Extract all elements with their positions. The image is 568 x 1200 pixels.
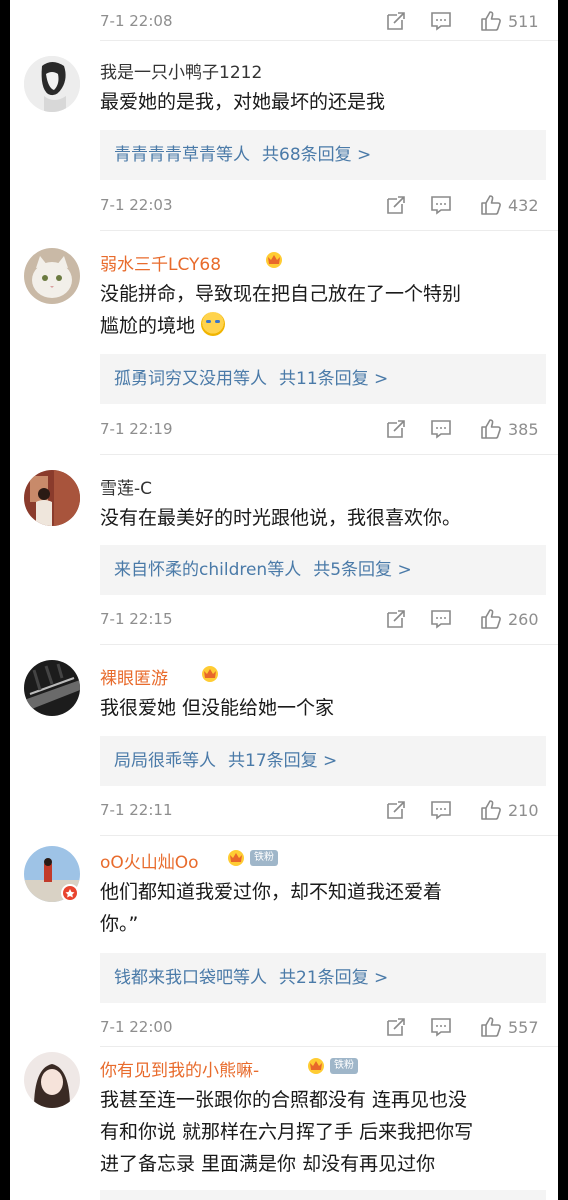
comment-text-line: 我甚至连一张跟你的合照都没有 连再见也没 — [100, 1089, 468, 1111]
comment-text: 我甚至连一张跟你的合照都没有 连再见也没 有和你说 就那样在六月挥了手 后来我把… — [100, 1084, 540, 1180]
meta-row: 7-1 22:19 385 — [10, 410, 558, 450]
replies-summary[interactable]: 局局很乖等人 共17条回复 > — [100, 736, 546, 786]
avatar[interactable] — [24, 660, 80, 716]
replies-summary[interactable] — [100, 1190, 546, 1200]
comment-time: 7-1 22:00 — [100, 1018, 173, 1036]
crown-badge-icon — [306, 1056, 326, 1074]
comment-icon[interactable] — [430, 799, 452, 821]
comment-text-line: 没能拼命，导致现在把自己放在了一个特别 — [100, 283, 462, 305]
crown-badge-icon — [264, 250, 284, 268]
crown-badge-icon — [226, 848, 246, 866]
comment-time: 7-1 22:03 — [100, 196, 173, 214]
replies-names: 孤勇词穷又没用等人 — [114, 369, 267, 389]
avatar[interactable] — [24, 1052, 80, 1108]
like-icon[interactable] — [480, 1016, 502, 1038]
replies-names: 局局很乖等人 — [114, 751, 216, 771]
username[interactable]: 我是一只小鸭子1212 — [100, 58, 262, 83]
comment-text: 没有在最美好的时光跟他说，我很喜欢你。 — [100, 502, 540, 534]
comment-icon[interactable] — [430, 608, 452, 630]
like-count: 210 — [508, 801, 539, 820]
like-icon[interactable] — [480, 418, 502, 440]
repost-icon[interactable] — [385, 608, 407, 630]
comment-text: 我很爱她 但没能给她一个家 — [100, 692, 540, 724]
like-count: 432 — [508, 196, 539, 215]
comment-time: 7-1 22:15 — [100, 610, 173, 628]
like-icon[interactable] — [480, 799, 502, 821]
meta-row: 7-1 22:00 557 — [10, 1008, 558, 1048]
comment-icon[interactable] — [430, 194, 452, 216]
replies-count: 共68条回复 > — [262, 145, 372, 165]
comment-text-line: 没有在最美好的时光跟他说，我很喜欢你。 — [100, 507, 462, 529]
like-count: 260 — [508, 610, 539, 629]
comment-text-line: 你。” — [100, 913, 139, 935]
replies-summary[interactable]: 钱都来我口袋吧等人 共21条回复 > — [100, 953, 546, 1003]
replies-summary[interactable]: 青青青青草青等人 共68条回复 > — [100, 130, 546, 180]
divider — [100, 835, 558, 836]
username[interactable]: 雪莲-C — [100, 474, 152, 499]
crown-badge-icon — [200, 664, 220, 682]
divider — [100, 644, 558, 645]
emoji-icon — [201, 312, 226, 336]
like-icon[interactable] — [480, 608, 502, 630]
comment-icon[interactable] — [430, 418, 452, 440]
meta-row: 7-1 22:11 210 — [10, 791, 558, 831]
divider — [100, 1046, 558, 1047]
repost-icon[interactable] — [385, 799, 407, 821]
repost-icon[interactable] — [385, 194, 407, 216]
username[interactable]: oO火山灿Oo — [100, 848, 199, 873]
replies-summary[interactable]: 来自怀柔的children等人 共5条回复 > — [100, 545, 546, 595]
replies-count: 共21条回复 > — [279, 968, 389, 988]
like-icon[interactable] — [480, 10, 502, 32]
comment-text-line: 有和你说 就那样在六月挥了手 后来我把你写 — [100, 1121, 474, 1143]
comment-text-line: 尴尬的境地 — [100, 310, 540, 342]
repost-icon[interactable] — [385, 418, 407, 440]
divider — [100, 230, 558, 231]
comment-time: 7-1 22:19 — [100, 420, 173, 438]
comment-text-line: 进了备忘录 里面满是你 却没有再见过你 — [100, 1153, 436, 1175]
replies-count: 共17条回复 > — [228, 751, 338, 771]
divider — [100, 40, 558, 41]
replies-names: 钱都来我口袋吧等人 — [114, 968, 267, 988]
avatar[interactable] — [24, 248, 80, 304]
comment-icon[interactable] — [430, 10, 452, 32]
comment-text-line: 我很爱她 但没能给她一个家 — [100, 697, 335, 719]
like-icon[interactable] — [480, 194, 502, 216]
like-count: 385 — [508, 420, 539, 439]
divider — [100, 454, 558, 455]
comment-icon[interactable] — [430, 1016, 452, 1038]
verified-badge-icon — [61, 884, 79, 902]
comment-text-line: 他们都知道我爱过你，却不知道我还爱着 — [100, 881, 443, 903]
comment-time: 7-1 22:08 — [100, 12, 173, 30]
replies-summary[interactable]: 孤勇词穷又没用等人 共11条回复 > — [100, 354, 546, 404]
meta-row: 7-1 22:08 511 — [10, 2, 558, 42]
repost-icon[interactable] — [385, 10, 407, 32]
meta-row: 7-1 22:03 432 — [10, 186, 558, 226]
avatar[interactable] — [24, 56, 80, 112]
username[interactable]: 弱水三千LCY68 — [100, 250, 221, 275]
meta-row: 7-1 22:15 260 — [10, 600, 558, 640]
comment-time: 7-1 22:11 — [100, 801, 173, 819]
username[interactable]: 裸眼匿游 — [100, 664, 168, 689]
avatar[interactable] — [24, 470, 80, 526]
like-count: 557 — [508, 1018, 539, 1037]
fan-badge: 铁粉 — [250, 850, 278, 866]
replies-count: 共5条回复 > — [313, 560, 412, 580]
comment-text: 最爱她的是我，对她最坏的还是我 — [100, 86, 540, 118]
username[interactable]: 你有见到我的小熊嘛- — [100, 1056, 259, 1081]
fan-badge: 铁粉 — [330, 1058, 358, 1074]
comment-text-segment: 尴尬的境地 — [100, 315, 196, 337]
replies-names: 青青青青草青等人 — [114, 145, 250, 165]
comment-text-line: 最爱她的是我，对她最坏的还是我 — [100, 91, 386, 113]
comment-text: 没能拼命，导致现在把自己放在了一个特别 尴尬的境地 — [100, 278, 540, 342]
repost-icon[interactable] — [385, 1016, 407, 1038]
like-count: 511 — [508, 12, 539, 31]
comment-text: 他们都知道我爱过你，却不知道我还爱着 你。” — [100, 876, 540, 940]
replies-count: 共11条回复 > — [279, 369, 389, 389]
comment-feed: 7-1 22:08 511 我是一只小鸭子1212 最爱她的是我，对她最坏的还是… — [10, 0, 558, 1200]
replies-names: 来自怀柔的children等人 — [114, 560, 302, 580]
